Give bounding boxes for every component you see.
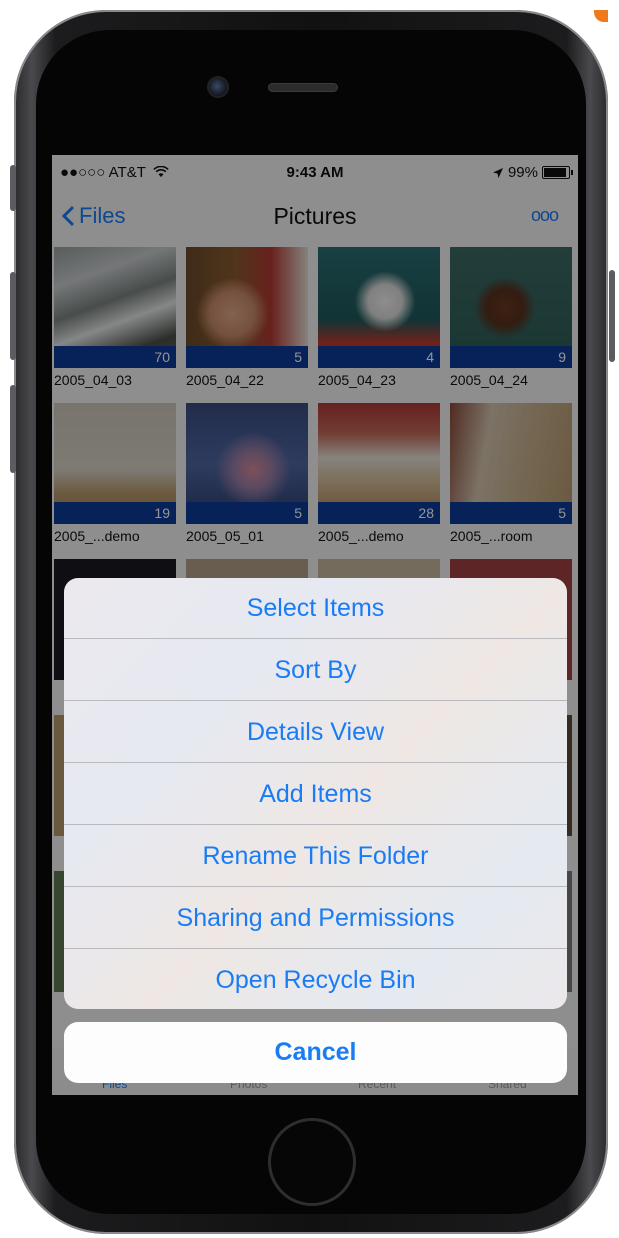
power-button — [609, 270, 615, 362]
front-camera — [209, 78, 227, 96]
select-items-option[interactable]: Select Items — [64, 578, 567, 639]
volume-up-button — [10, 272, 16, 360]
action-sheet: Select Items Sort By Details View Add It… — [64, 578, 567, 1009]
home-button[interactable] — [268, 1118, 356, 1206]
earpiece-speaker — [268, 83, 338, 92]
details-view-option[interactable]: Details View — [64, 702, 567, 763]
volume-down-button — [10, 385, 16, 473]
cancel-button[interactable]: Cancel — [64, 1022, 567, 1083]
screen: ●●○○○ AT&T 9:43 AM 99% Files Pictures oo… — [52, 155, 578, 1095]
sharing-permissions-option[interactable]: Sharing and Permissions — [64, 888, 567, 949]
sort-by-option[interactable]: Sort By — [64, 640, 567, 701]
add-items-option[interactable]: Add Items — [64, 764, 567, 825]
rename-folder-option[interactable]: Rename This Folder — [64, 826, 567, 887]
open-recycle-bin-option[interactable]: Open Recycle Bin — [64, 950, 567, 1009]
mute-switch — [10, 165, 16, 211]
corner-accent — [594, 10, 608, 22]
